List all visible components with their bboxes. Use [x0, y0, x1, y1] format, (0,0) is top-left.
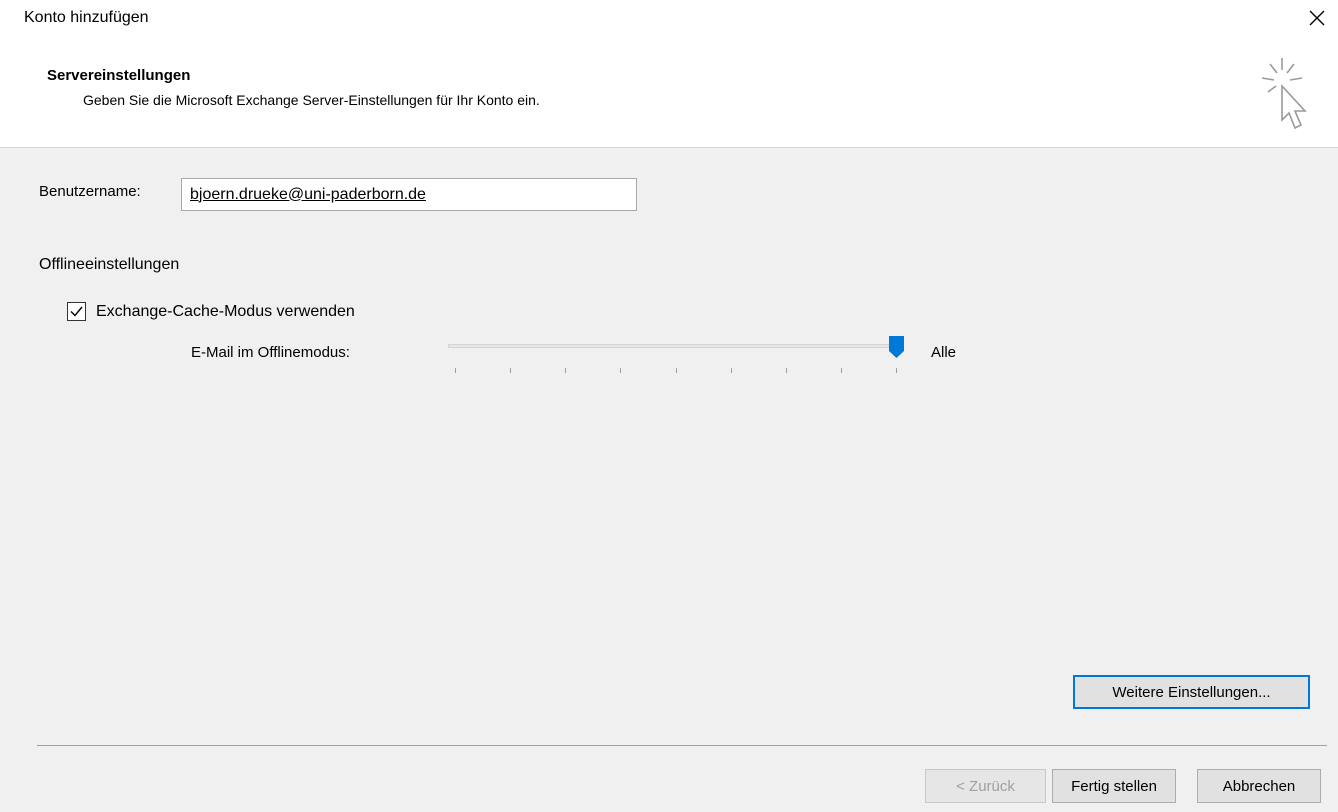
close-icon [1309, 10, 1325, 26]
slider-tick [840, 368, 842, 373]
slider-tick [730, 368, 732, 373]
slider-tick [620, 368, 622, 373]
slider-tick [675, 368, 677, 373]
offline-mail-label: E-Mail im Offlinemodus: [191, 344, 350, 361]
slider-tick [510, 368, 512, 373]
window-title: Konto hinzufügen [24, 9, 149, 26]
cache-mode-label: Exchange-Cache-Modus verwenden [96, 303, 355, 320]
slider-tick [785, 368, 787, 373]
offline-mail-slider-track[interactable] [448, 344, 900, 348]
offline-mail-value: Alle [931, 344, 957, 361]
cancel-button[interactable]: Abbrechen [1197, 769, 1321, 803]
cache-mode-checkbox[interactable] [67, 302, 86, 321]
page-description: Geben Sie die Microsoft Exchange Server-… [83, 92, 540, 108]
more-settings-button[interactable]: Weitere Einstellungen... [1073, 675, 1310, 709]
slider-tick [455, 368, 456, 373]
page-heading: Servereinstellungen [47, 67, 191, 84]
username-label: Benutzername: [39, 183, 141, 200]
back-button[interactable]: < Zurück [925, 769, 1046, 803]
finish-button[interactable]: Fertig stellen [1052, 769, 1176, 803]
header-area: Konto hinzufügen Servereinstellungen Geb… [0, 0, 1338, 147]
offline-mail-slider-thumb[interactable] [889, 336, 904, 358]
close-button[interactable] [1300, 3, 1334, 33]
username-input[interactable] [181, 178, 637, 211]
offline-settings-heading: Offlineeinstellungen [39, 256, 180, 273]
checkmark-icon [70, 306, 83, 317]
header-separator [0, 147, 1338, 148]
footer-separator [37, 745, 1327, 746]
slider-tick [896, 368, 897, 373]
slider-tick [565, 368, 567, 373]
wizard-cursor-icon [1261, 58, 1307, 130]
